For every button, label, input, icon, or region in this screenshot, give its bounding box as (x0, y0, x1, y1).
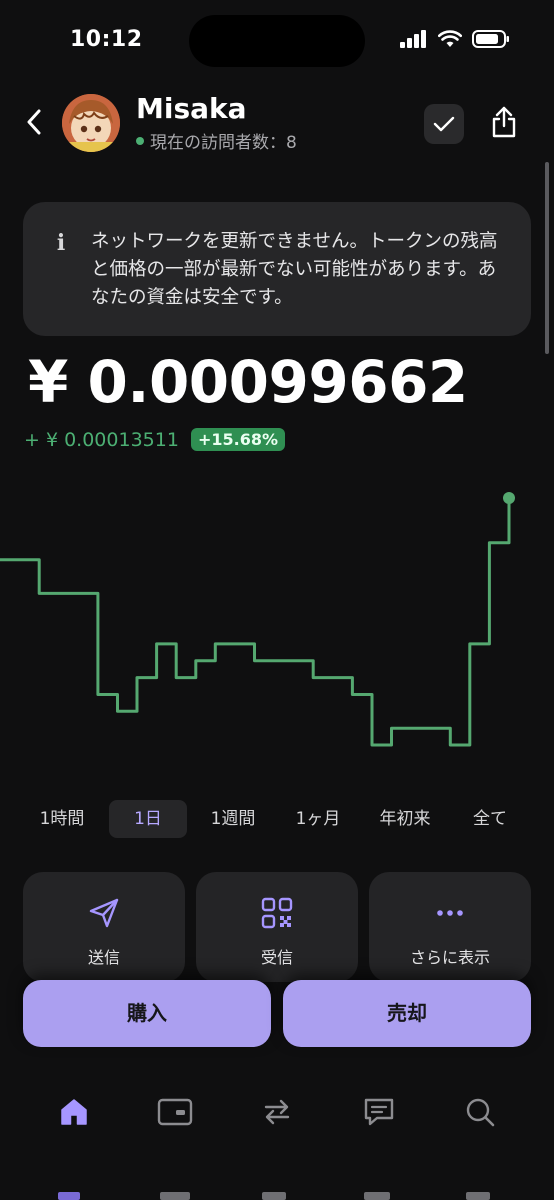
total-balance: ¥ 0.00099662 (28, 348, 468, 416)
dynamic-island (189, 15, 365, 67)
info-icon: i (56, 230, 66, 256)
visitor-count: 現在の訪問者数：8 (136, 128, 297, 153)
wallet-header: Misaka 現在の訪問者数：8 (0, 88, 554, 158)
bottom-tab-bar (0, 1080, 554, 1140)
time-range-5[interactable]: 全て (458, 800, 522, 838)
search-icon (466, 1098, 495, 1127)
status-time: 10:12 (70, 27, 143, 52)
more-icon (437, 910, 463, 916)
tab-home[interactable] (52, 1090, 96, 1134)
buy-button[interactable]: 購入 (23, 980, 271, 1047)
price-chart[interactable] (0, 480, 554, 780)
swap-icon (264, 1099, 290, 1125)
status-bar: 10:12 (0, 0, 554, 80)
chevron-left-icon (27, 109, 41, 135)
share-icon (492, 106, 516, 138)
background-tab-bar-peek (0, 1188, 554, 1200)
share-button[interactable] (484, 102, 524, 142)
wallet-name: Misaka (136, 92, 247, 125)
change-amount: + ¥ 0.00013511 (24, 428, 179, 451)
avatar[interactable] (62, 94, 120, 152)
peek-wallet-icon (160, 1192, 190, 1200)
time-range-3[interactable]: 1ヶ月 (283, 800, 353, 838)
send-label: 送信 (87, 948, 120, 967)
peek-home-icon (58, 1192, 80, 1200)
home-icon (61, 1099, 87, 1125)
network-warning-text: ネットワークを更新できません。トークンの残高と価格の一部が最新でない可能性があり… (91, 231, 498, 308)
scroll-indicator[interactable] (545, 162, 549, 354)
online-status-dot (136, 136, 144, 145)
send-button[interactable]: 送信 (23, 872, 185, 982)
tab-search[interactable] (458, 1090, 502, 1134)
send-icon (89, 898, 119, 928)
time-range-2[interactable]: 1週間 (193, 800, 273, 838)
peek-chat-icon (364, 1192, 390, 1200)
receive-button[interactable]: 受信 (196, 872, 358, 982)
checkmark-icon (433, 116, 455, 132)
tab-wallet[interactable] (153, 1090, 197, 1134)
time-range-4[interactable]: 年初来 (366, 800, 444, 838)
back-button[interactable] (18, 106, 50, 138)
sell-button[interactable]: 売却 (283, 980, 531, 1047)
time-range-selector: 1時間 1日 1週間 1ヶ月 年初来 全て (0, 800, 554, 838)
tab-swap[interactable] (255, 1090, 299, 1134)
checkmark-button[interactable] (424, 104, 464, 144)
tab-messages[interactable] (357, 1090, 401, 1134)
battery-icon (472, 30, 509, 48)
time-range-0[interactable]: 1時間 (27, 800, 97, 838)
action-cards: 送信 受信 さらに表示 (23, 872, 531, 982)
wifi-icon (438, 30, 462, 47)
price-line-series (0, 498, 511, 747)
cellular-signal-icon (400, 30, 426, 48)
more-button[interactable]: さらに表示 (369, 872, 531, 982)
visitor-count-text: 現在の訪問者数：8 (150, 133, 297, 153)
receive-label: 受信 (260, 948, 293, 967)
time-range-1[interactable]: 1日 (109, 800, 187, 838)
qr-code-icon (261, 897, 293, 929)
current-price-dot (503, 492, 515, 504)
balance-change: + ¥ 0.00013511 +15.68% (24, 428, 285, 451)
anime-avatar-image (62, 94, 120, 152)
more-label: さらに表示 (409, 948, 490, 967)
network-warning-banner: i ネットワークを更新できません。トークンの残高と価格の一部が最新でない可能性が… (23, 202, 531, 336)
change-percent-badge: +15.68% (190, 428, 285, 451)
chat-icon (364, 1098, 394, 1126)
peek-swap-icon (262, 1192, 286, 1200)
status-icons (400, 30, 510, 48)
wallet-icon (157, 1098, 193, 1126)
peek-search-icon (466, 1192, 490, 1200)
